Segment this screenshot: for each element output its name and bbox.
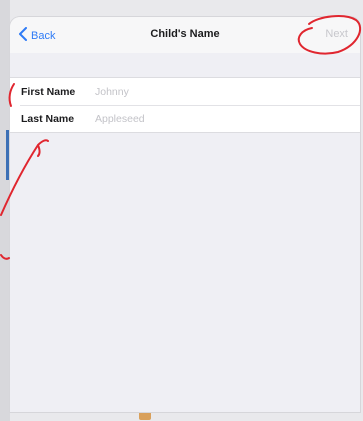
last-name-label: Last Name [21, 112, 75, 125]
next-button[interactable]: Next [325, 28, 348, 40]
last-name-input[interactable] [95, 112, 360, 125]
first-name-label: First Name [21, 85, 76, 98]
page-title: Child's Name [150, 28, 220, 40]
modal-sheet: Back Child's Name Next First Name Last N… [10, 17, 360, 412]
background-sidebar [0, 0, 10, 421]
first-name-row: First Name [10, 78, 360, 105]
navigation-bar: Back Child's Name Next [10, 17, 360, 53]
first-name-input[interactable] [95, 85, 360, 98]
name-form: First Name Last Name [10, 77, 360, 133]
last-name-row: Last Name [10, 105, 360, 132]
